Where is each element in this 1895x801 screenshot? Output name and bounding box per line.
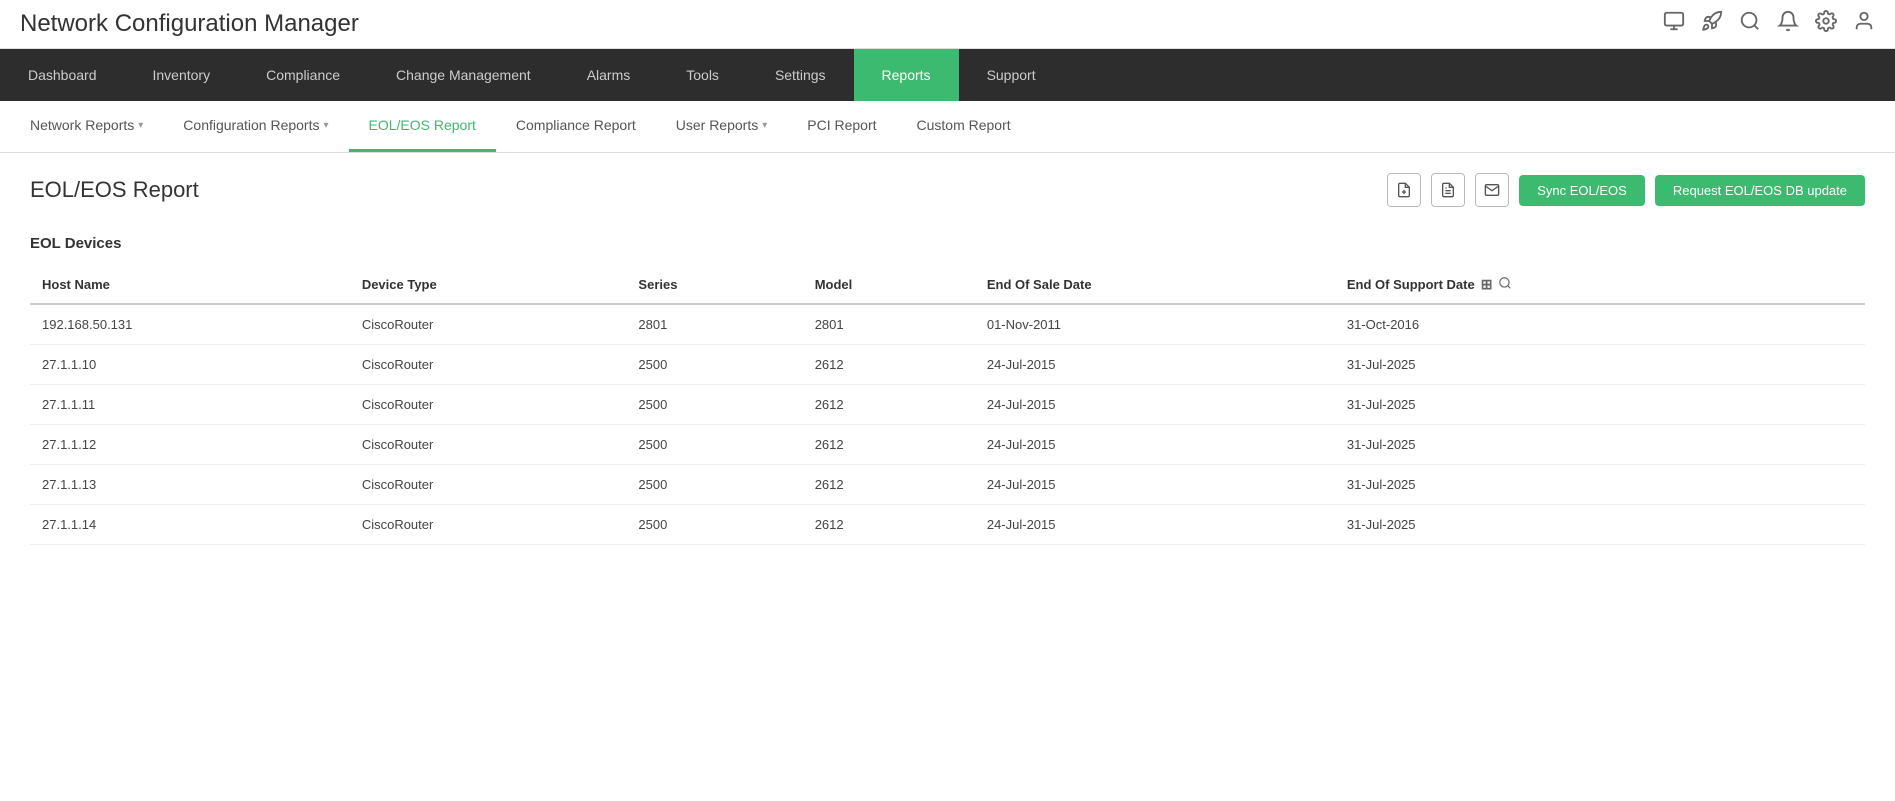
cell-hostname: 192.168.50.131 [30,304,350,345]
cell-end-of-sale: 24-Jul-2015 [975,345,1335,385]
cell-end-of-sale: 24-Jul-2015 [975,465,1335,505]
cell-series: 2500 [626,345,802,385]
cell-series: 2500 [626,505,802,545]
cell-series: 2801 [626,304,802,345]
report-header: EOL/EOS Report Sync EOL/EOS Request EOL/… [30,173,1865,207]
table-header-row: Host Name Device Type Series Model End O… [30,266,1865,304]
col-series: Series [626,266,802,304]
cell-model: 2612 [803,425,975,465]
main-nav: Dashboard Inventory Compliance Change Ma… [0,49,1895,101]
chevron-down-icon: ▾ [138,120,143,131]
top-icons [1663,10,1875,38]
cell-model: 2612 [803,385,975,425]
cell-end-of-support: 31-Jul-2025 [1335,425,1865,465]
cell-end-of-support: 31-Jul-2025 [1335,465,1865,505]
subnav-eol-eos-report[interactable]: EOL/EOS Report [349,101,496,152]
cell-device-type: CiscoRouter [350,385,627,425]
cell-device-type: CiscoRouter [350,304,627,345]
cell-series: 2500 [626,425,802,465]
section-title: EOL Devices [30,231,1865,256]
cell-model: 2612 [803,505,975,545]
subnav-pci-report[interactable]: PCI Report [787,101,896,152]
subnav-network-reports[interactable]: Network Reports ▾ [10,101,163,152]
sync-eol-eos-button[interactable]: Sync EOL/EOS [1519,175,1645,206]
search-icon[interactable] [1739,10,1761,38]
nav-item-compliance[interactable]: Compliance [238,49,368,101]
request-db-update-button[interactable]: Request EOL/EOS DB update [1655,175,1865,206]
col-hostname: Host Name [30,266,350,304]
report-title: EOL/EOS Report [30,177,199,203]
table-row: 27.1.1.11 CiscoRouter 2500 2612 24-Jul-2… [30,385,1865,425]
cell-end-of-support: 31-Jul-2025 [1335,345,1865,385]
nav-item-alarms[interactable]: Alarms [559,49,659,101]
cell-end-of-sale: 01-Nov-2011 [975,304,1335,345]
cell-model: 2612 [803,345,975,385]
chevron-down-icon: ▾ [323,120,328,131]
table-row: 27.1.1.12 CiscoRouter 2500 2612 24-Jul-2… [30,425,1865,465]
nav-item-change-management[interactable]: Change Management [368,49,559,101]
cell-series: 2500 [626,385,802,425]
col-device-type: Device Type [350,266,627,304]
gear-icon[interactable] [1815,10,1837,38]
chevron-down-icon: ▾ [762,120,767,131]
app-title: Network Configuration Manager [20,10,359,38]
column-search-icon[interactable] [1498,276,1512,293]
bell-icon[interactable] [1777,10,1799,38]
eol-devices-table: Host Name Device Type Series Model End O… [30,266,1865,545]
table-row: 192.168.50.131 CiscoRouter 2801 2801 01-… [30,304,1865,345]
nav-item-settings[interactable]: Settings [747,49,854,101]
cell-end-of-sale: 24-Jul-2015 [975,505,1335,545]
cell-device-type: CiscoRouter [350,425,627,465]
cell-end-of-support: 31-Jul-2025 [1335,385,1865,425]
nav-item-tools[interactable]: Tools [658,49,747,101]
nav-item-support[interactable]: Support [959,49,1064,101]
subnav-configuration-reports[interactable]: Configuration Reports ▾ [163,101,348,152]
cell-series: 2500 [626,465,802,505]
cell-hostname: 27.1.1.13 [30,465,350,505]
cell-device-type: CiscoRouter [350,465,627,505]
cell-model: 2801 [803,304,975,345]
main-content: EOL/EOS Report Sync EOL/EOS Request EOL/… [0,153,1895,801]
user-icon[interactable] [1853,10,1875,38]
nav-item-inventory[interactable]: Inventory [125,49,239,101]
nav-item-reports[interactable]: Reports [854,49,959,101]
subnav-user-reports[interactable]: User Reports ▾ [656,101,788,152]
col-end-of-support: End Of Support Date ⊞ [1335,266,1865,303]
cell-hostname: 27.1.1.11 [30,385,350,425]
cell-end-of-sale: 24-Jul-2015 [975,425,1335,465]
cell-end-of-sale: 24-Jul-2015 [975,385,1335,425]
monitor-icon[interactable] [1663,10,1685,38]
table-row: 27.1.1.10 CiscoRouter 2500 2612 24-Jul-2… [30,345,1865,385]
cell-model: 2612 [803,465,975,505]
table-row: 27.1.1.14 CiscoRouter 2500 2612 24-Jul-2… [30,505,1865,545]
cell-hostname: 27.1.1.12 [30,425,350,465]
nav-item-dashboard[interactable]: Dashboard [0,49,125,101]
col-end-of-sale: End Of Sale Date [975,266,1335,304]
top-header: Network Configuration Manager [0,0,1895,49]
cell-end-of-support: 31-Jul-2025 [1335,505,1865,545]
sub-nav: Network Reports ▾ Configuration Reports … [0,101,1895,153]
cell-hostname: 27.1.1.14 [30,505,350,545]
col-model: Model [803,266,975,304]
column-settings-icon[interactable]: ⊞ [1481,276,1493,293]
subnav-custom-report[interactable]: Custom Report [897,101,1031,152]
cell-end-of-support: 31-Oct-2016 [1335,304,1865,345]
email-button[interactable] [1475,173,1509,207]
excel-export-button[interactable] [1431,173,1465,207]
cell-hostname: 27.1.1.10 [30,345,350,385]
table-row: 27.1.1.13 CiscoRouter 2500 2612 24-Jul-2… [30,465,1865,505]
cell-device-type: CiscoRouter [350,345,627,385]
report-actions: Sync EOL/EOS Request EOL/EOS DB update [1387,173,1865,207]
subnav-compliance-report[interactable]: Compliance Report [496,101,656,152]
cell-device-type: CiscoRouter [350,505,627,545]
pdf-export-button[interactable] [1387,173,1421,207]
rocket-icon[interactable] [1701,10,1723,38]
